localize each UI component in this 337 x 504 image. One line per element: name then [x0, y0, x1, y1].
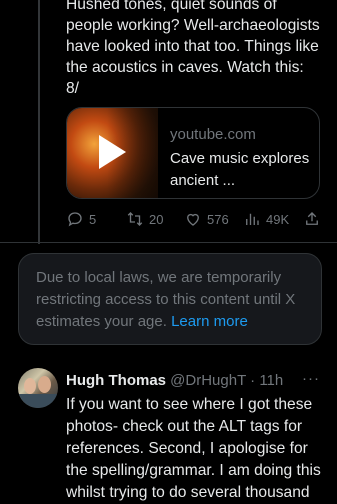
reply-icon: [68, 212, 82, 227]
age-restriction-notice: Due to local laws, we are temporarily re…: [18, 253, 322, 345]
share-icon: [306, 212, 318, 225]
thread-line: [38, 0, 40, 244]
card-domain: youtube.com: [170, 126, 256, 143]
timestamp[interactable]: 11h: [259, 372, 283, 389]
retweet-count: 20: [149, 211, 164, 227]
avatar-shirt: [18, 394, 58, 408]
heart-icon: [187, 213, 199, 226]
author-name[interactable]: Hugh Thomas: [66, 372, 166, 389]
link-card[interactable]: youtube.com Cave music explores ancient …: [66, 107, 320, 199]
avatar-face: [24, 378, 36, 394]
meta-separator: ·: [245, 372, 260, 389]
retweet-button[interactable]: 20: [126, 210, 163, 228]
reply-button[interactable]: 5: [66, 210, 96, 228]
card-title: Cave music explores ancient ...: [170, 150, 310, 189]
author-handle[interactable]: @DrHughT: [170, 372, 246, 389]
retweet-icon: [127, 212, 143, 226]
avatar-face: [38, 376, 51, 393]
views-count: 49K: [266, 211, 290, 227]
play-icon[interactable]: [99, 135, 126, 169]
reply-text: If you want to see where I got these pho…: [66, 396, 321, 501]
like-button[interactable]: 576: [184, 210, 229, 228]
views-button[interactable]: 49K: [243, 210, 289, 228]
learn-more-link[interactable]: Learn more: [171, 313, 248, 330]
notice-text: Due to local laws, we are temporarily re…: [36, 267, 316, 333]
like-count: 576: [207, 211, 229, 227]
tweet-text: Hushed tones, quiet sounds of people wor…: [66, 0, 320, 97]
notice-message: Due to local laws, we are temporarily re…: [36, 269, 296, 330]
reply-count: 5: [89, 211, 97, 227]
more-options-button[interactable]: ···: [302, 370, 320, 387]
share-button[interactable]: [303, 210, 326, 228]
reply-author: Hugh Thomas @DrHughT · 11h: [66, 371, 283, 391]
video-thumbnail[interactable]: [67, 108, 158, 198]
divider: [0, 242, 337, 243]
views-chart-icon: [246, 213, 259, 225]
action-bar: 5 20 576 49K: [66, 210, 328, 230]
avatar[interactable]: [18, 368, 58, 408]
